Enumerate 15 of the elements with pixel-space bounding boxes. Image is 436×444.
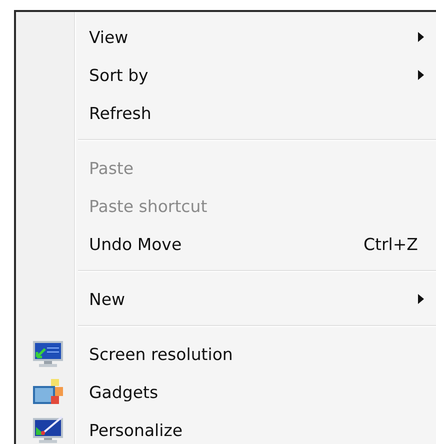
submenu-arrow-icon (418, 294, 424, 304)
menu-item[interactable]: Gadgets (16, 373, 436, 411)
menu-item[interactable]: Screen resolution (16, 335, 436, 373)
menu-item[interactable]: View (16, 18, 436, 56)
submenu-arrow-icon (418, 32, 424, 42)
monitor-brush-icon (31, 416, 65, 444)
shortcut-label: Ctrl+Z (364, 234, 418, 254)
submenu-arrow-icon (418, 70, 424, 80)
menu-item[interactable]: Personalize (16, 411, 436, 444)
monitor-icon (31, 340, 65, 368)
menu-item[interactable]: New (16, 280, 436, 318)
menu-item[interactable]: Undo Move Ctrl+Z (16, 225, 436, 263)
gadgets-icon (31, 378, 65, 406)
menu-item[interactable]: Sort by (16, 56, 436, 94)
menu-item[interactable]: Refresh (16, 94, 436, 132)
